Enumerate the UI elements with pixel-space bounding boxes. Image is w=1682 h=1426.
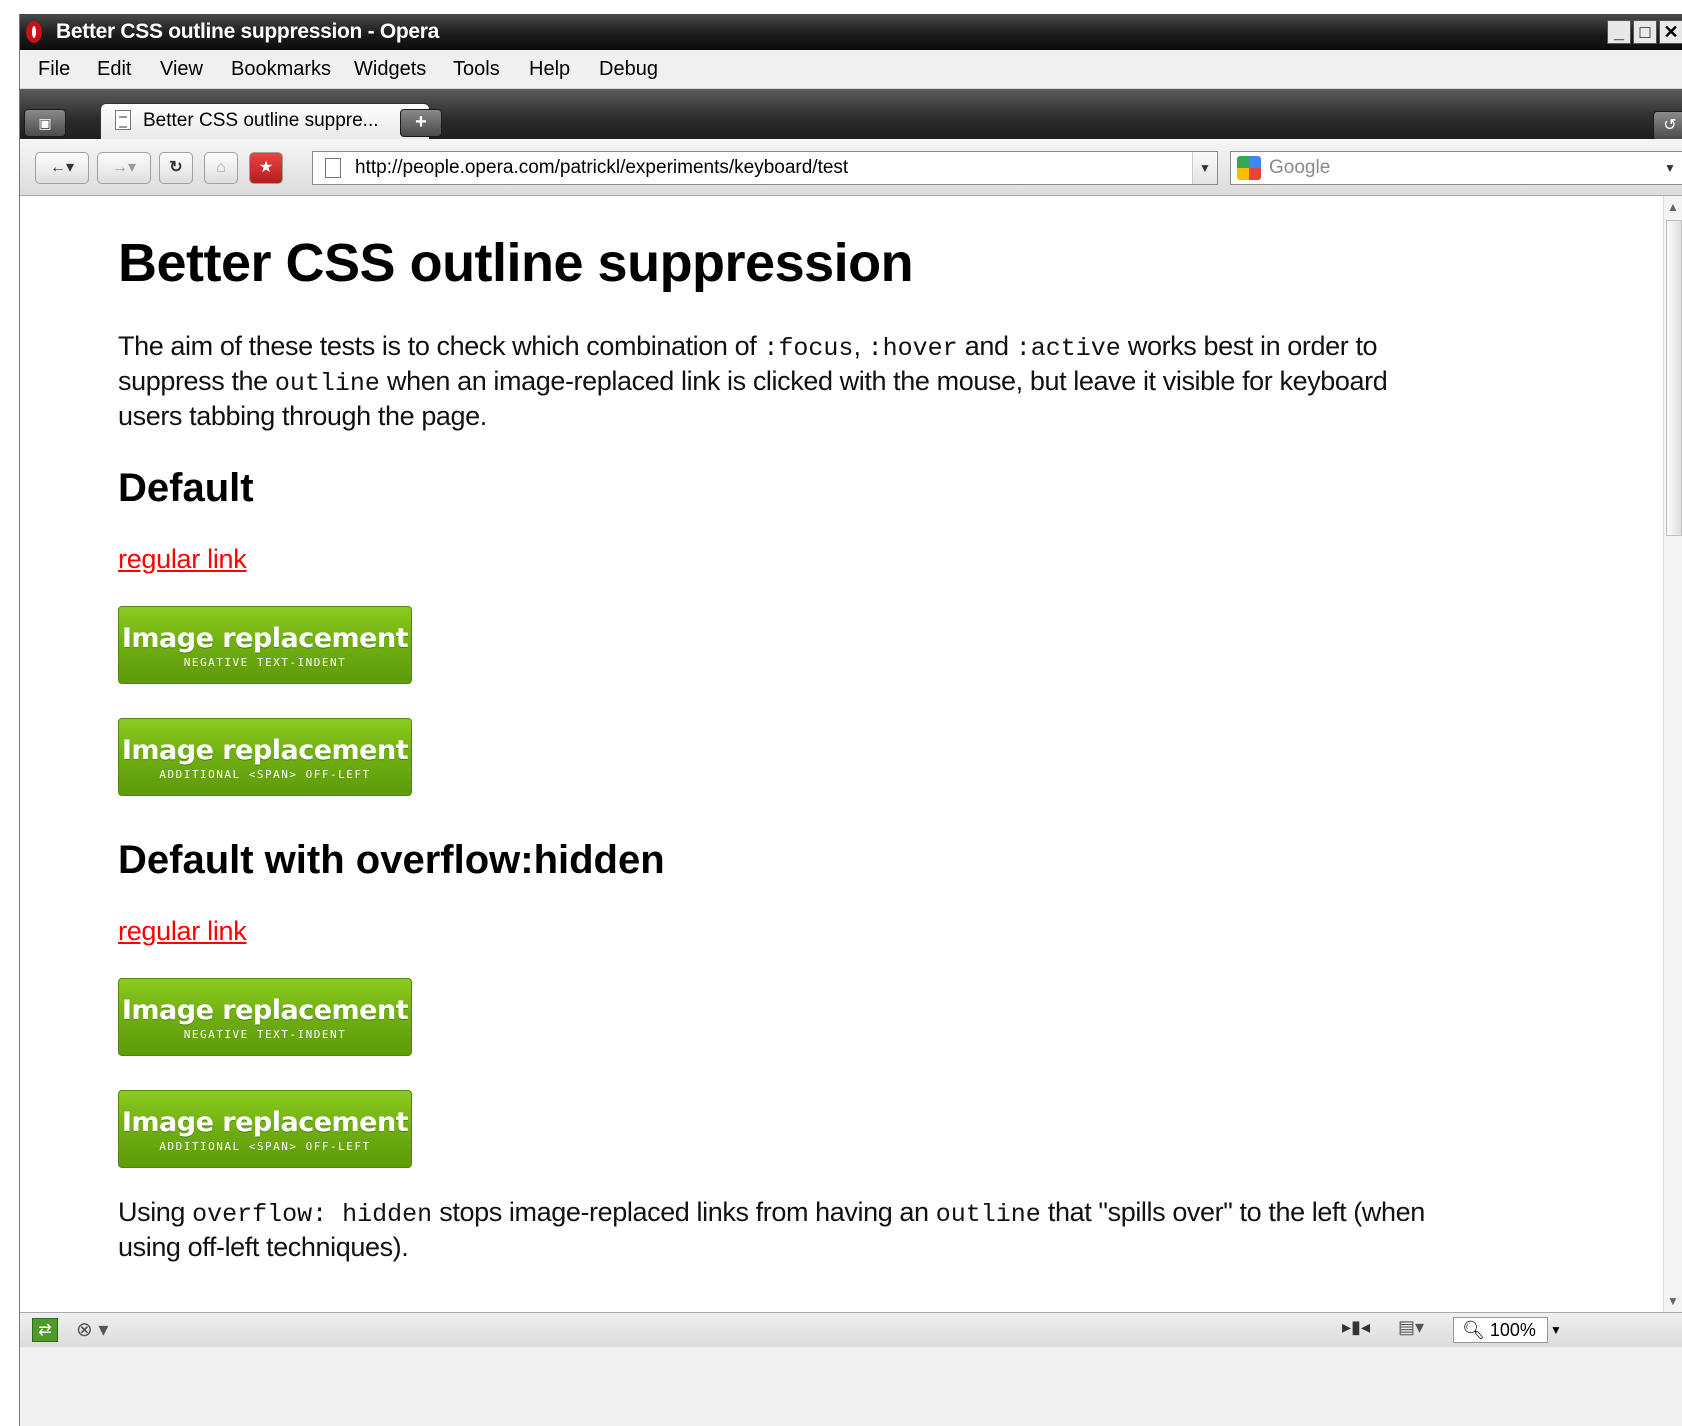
search-dropdown-icon[interactable]: ▼ <box>1658 152 1682 184</box>
search-placeholder: Google <box>1269 157 1331 178</box>
menu-edit[interactable]: Edit <box>97 50 131 88</box>
tab-active[interactable]: Better CSS outline suppre... ✕ <box>100 103 430 139</box>
window-title: Better CSS outline suppression - Opera <box>56 20 440 43</box>
address-dropdown-icon[interactable]: ▼ <box>1192 152 1217 184</box>
intro-paragraph: The aim of these tests is to check which… <box>118 331 1388 431</box>
back-button[interactable]: ←▾ <box>35 152 89 184</box>
search-field[interactable]: Google ▼ <box>1230 151 1682 185</box>
media-volume-icon[interactable]: ▸▮◂ <box>1342 1317 1370 1338</box>
address-field[interactable]: http://people.opera.com/patrickl/experim… <box>312 151 1218 185</box>
opera-unite-icon[interactable]: ⇄ <box>32 1318 58 1342</box>
zoom-value: 100% <box>1489 1320 1536 1340</box>
menu-file[interactable]: File <box>38 50 70 88</box>
image-replacement-button[interactable]: Image replacement NEGATIVE TEXT-INDENT <box>118 978 412 1056</box>
new-tab-button[interactable]: + <box>400 109 442 137</box>
forward-button[interactable]: →▾ <box>97 152 151 184</box>
menu-bar: File Edit View Bookmarks Widgets Tools H… <box>20 50 1682 89</box>
image-replacement-button[interactable]: Image replacement ADDITIONAL <SPAN> OFF-… <box>118 718 412 796</box>
zoom-dropdown-icon[interactable]: ▼ <box>1550 1317 1562 1343</box>
panel-toggle-icon[interactable]: ▣ <box>24 109 66 137</box>
scroll-up-icon[interactable]: ▲ <box>1667 200 1679 214</box>
home-icon[interactable]: ⌂ <box>204 152 238 184</box>
window-controls: _ □ ✕ <box>1605 20 1682 44</box>
navigation-toolbar: ←▾ →▾ ↻ ⌂ ★ http://people.opera.com/patr… <box>20 139 1682 196</box>
menu-view[interactable]: View <box>160 50 203 88</box>
menu-bookmarks[interactable]: Bookmarks <box>231 50 331 88</box>
view-mode-icon[interactable]: ▤▾ <box>1398 1317 1424 1338</box>
close-window-button[interactable]: ✕ <box>1659 20 1682 44</box>
opera-logo-icon <box>26 21 42 43</box>
status-bar: ⇄ ⊗ ▾ ▸▮◂ ▤▾ 🔍︎ 100% ▼ <box>20 1312 1682 1347</box>
page-content: Better CSS outline suppression The aim o… <box>20 196 1663 1312</box>
opera-turbo-icon[interactable]: ⊗ ▾ <box>76 1317 108 1342</box>
menu-widgets[interactable]: Widgets <box>354 50 426 88</box>
tab-bar: ▣ Better CSS outline suppre... ✕ + ↺ <box>20 89 1682 141</box>
footer-paragraph: Using overflow: hidden stops image-repla… <box>118 1197 1425 1262</box>
address-url: http://people.opera.com/patrickl/experim… <box>355 157 849 178</box>
menu-debug[interactable]: Debug <box>599 50 658 88</box>
browser-window: Better CSS outline suppression - Opera _… <box>19 14 1682 1426</box>
menu-tools[interactable]: Tools <box>453 50 500 88</box>
regular-link[interactable]: regular link <box>118 544 247 575</box>
section-heading-overflow-hidden: Default with overflow:hidden <box>118 838 665 882</box>
zoom-icon: 🔍︎ <box>1462 1320 1485 1340</box>
title-bar[interactable]: Better CSS outline suppression - Opera _… <box>20 14 1682 50</box>
vertical-scrollbar[interactable]: ▲ ▼ <box>1663 196 1682 1312</box>
section-heading-default: Default <box>118 466 254 510</box>
regular-link[interactable]: regular link <box>118 916 247 947</box>
tab-label: Better CSS outline suppre... <box>143 110 379 131</box>
scroll-down-icon[interactable]: ▼ <box>1667 1294 1679 1308</box>
page-title: Better CSS outline suppression <box>118 233 914 293</box>
image-replacement-button[interactable]: Image replacement NEGATIVE TEXT-INDENT <box>118 606 412 684</box>
trash-closed-tabs-icon[interactable]: ↺ <box>1653 111 1682 141</box>
menu-help[interactable]: Help <box>529 50 570 88</box>
bookmark-star-icon[interactable]: ★ <box>249 152 283 184</box>
image-replacement-button[interactable]: Image replacement ADDITIONAL <SPAN> OFF-… <box>118 1090 412 1168</box>
maximize-button[interactable]: □ <box>1633 20 1657 44</box>
scrollbar-thumb[interactable] <box>1666 220 1682 536</box>
minimize-button[interactable]: _ <box>1607 20 1631 44</box>
page-icon <box>325 158 341 178</box>
zoom-field[interactable]: 🔍︎ 100% <box>1453 1317 1548 1343</box>
google-icon <box>1237 156 1261 180</box>
page-icon <box>115 110 131 130</box>
reload-button[interactable]: ↻ <box>159 152 193 184</box>
